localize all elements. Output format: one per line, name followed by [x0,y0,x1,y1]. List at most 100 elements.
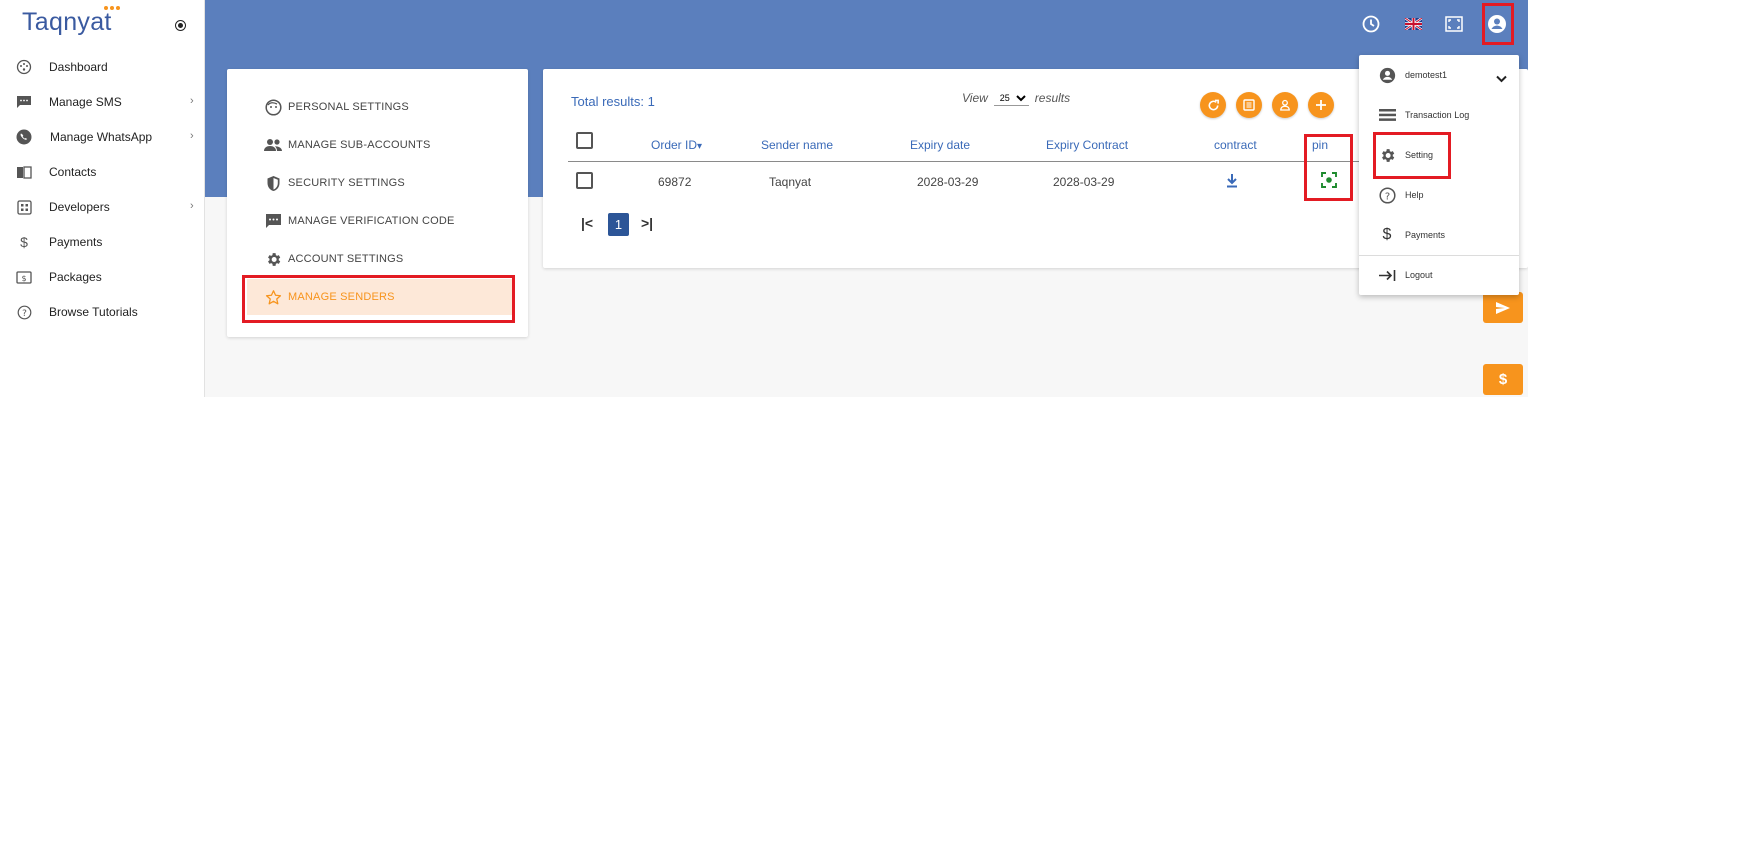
page-size-select[interactable]: 25 [993,90,1029,106]
dashboard-icon [15,58,33,76]
dropdown-item-setting[interactable]: Setting [1359,139,1519,171]
dropdown-item-label: Logout [1405,270,1433,280]
face-icon [263,98,283,116]
dropdown-username: demotest1 [1405,70,1448,80]
settings-item-account[interactable]: ACCOUNT SETTINGS [247,241,512,277]
column-header-expiry-date[interactable]: Expiry date [910,138,970,152]
sidebar-item-manage-whatsapp[interactable]: Manage WhatsApp › [0,119,205,154]
payments-floating-button[interactable]: $ [1483,364,1523,395]
person-icon [1280,99,1290,111]
dropdown-item-help[interactable]: ? Help [1359,179,1519,211]
column-header-pin[interactable]: pin [1312,138,1328,152]
settings-item-security[interactable]: SECURITY SETTINGS [247,165,512,201]
dropdown-user-header[interactable]: demotest1 [1359,59,1519,91]
svg-text:?: ? [22,309,27,319]
settings-item-label: MANAGE SUB-ACCOUNTS [288,139,431,151]
sidebar-item-dashboard[interactable]: Dashboard [0,49,205,84]
packages-icon: $ [15,268,33,286]
list-icon [1243,99,1255,111]
chevron-right-icon: › [190,200,194,212]
star-icon [263,288,283,306]
sidebar-item-label: Manage SMS [49,95,122,109]
dollar-icon: $ [1382,226,1392,243]
list-button[interactable] [1236,92,1262,118]
pagination-current-page[interactable]: 1 [608,213,629,236]
refresh-button[interactable] [1200,92,1226,118]
pagination-first-button[interactable]: |< [581,215,593,231]
sidebar-item-packages[interactable]: $ Packages [0,259,205,294]
page-size-control: View 25 results [962,90,1070,106]
settings-item-personal[interactable]: PERSONAL SETTINGS [247,89,512,125]
column-header-expiry-contract[interactable]: Expiry Contract [1046,138,1128,152]
settings-item-manage-senders[interactable]: MANAGE SENDERS [247,279,512,315]
sidebar-item-manage-sms[interactable]: Manage SMS › [0,84,205,119]
dollar-icon: $ [20,234,28,250]
pin-button[interactable] [1321,172,1337,193]
settings-item-sub-accounts[interactable]: MANAGE SUB-ACCOUNTS [247,127,512,163]
contacts-icon [15,163,33,181]
gear-icon [263,250,283,268]
user-account-icon[interactable] [1484,11,1510,37]
settings-item-label: SECURITY SETTINGS [288,177,405,189]
download-contract-button[interactable] [1225,173,1239,193]
message-dots-icon [263,212,283,230]
pagination-last-button[interactable]: >| [641,215,653,231]
help-icon: ? [1378,186,1396,204]
logo-dots [104,6,120,10]
person-button[interactable] [1272,92,1298,118]
dropdown-item-label: Transaction Log [1405,110,1470,120]
sidebar-toggle-button[interactable] [175,20,186,31]
sidebar-item-label: Contacts [49,165,97,179]
logo: Taqnyat [22,8,112,36]
settings-item-label: MANAGE VERIFICATION CODE [288,215,455,227]
sidebar: Taqnyat Dashboard Manage SMS › Manage Wh… [0,0,205,397]
chevron-right-icon: › [190,95,194,107]
settings-menu-card: PERSONAL SETTINGS MANAGE SUB-ACCOUNTS SE… [227,69,528,337]
logout-icon [1378,267,1396,283]
chevron-right-icon: › [190,130,194,142]
dropdown-item-label: Setting [1405,150,1434,160]
settings-item-label: MANAGE SENDERS [288,291,395,303]
sidebar-item-browse-tutorials[interactable]: ? Browse Tutorials [0,294,205,329]
help-icon: ? [15,303,33,321]
sidebar-item-label: Manage WhatsApp [50,130,153,144]
settings-item-label: ACCOUNT SETTINGS [288,253,404,265]
dollar-icon: $ [1498,371,1508,388]
whatsapp-icon [15,128,33,146]
row-checkbox[interactable] [576,172,593,189]
clock-icon[interactable] [1358,11,1384,37]
sidebar-item-contacts[interactable]: Contacts [0,154,205,189]
select-all-checkbox[interactable] [576,132,593,149]
column-header-sender-name[interactable]: Sender name [761,138,833,152]
dropdown-item-logout[interactable]: Logout [1359,259,1519,291]
dropdown-item-label: Help [1405,190,1424,200]
user-dropdown-menu: demotest1 Transaction Log Setting ? Help… [1359,55,1519,295]
sidebar-item-label: Payments [49,235,103,249]
svg-text:$: $ [21,274,26,283]
app-window: Taqnyat Dashboard Manage SMS › Manage Wh… [0,0,1528,397]
send-floating-button[interactable] [1483,292,1523,323]
settings-item-label: PERSONAL SETTINGS [288,101,409,113]
column-header-contract[interactable]: contract [1214,138,1257,152]
column-header-order-id[interactable]: Order ID▾ [651,138,702,152]
cell-sender-name: Taqnyat [769,175,812,189]
gear-icon [1378,147,1396,163]
dropdown-item-payments[interactable]: $ Payments [1359,219,1519,251]
cell-expiry-date: 2028-03-29 [917,175,979,189]
total-results: Total results: 1 [571,94,655,109]
sidebar-item-label: Packages [49,270,102,284]
list-icon [1378,107,1396,123]
dropdown-item-transaction-log[interactable]: Transaction Log [1359,99,1519,131]
sidebar-item-developers[interactable]: Developers › [0,189,205,224]
add-button[interactable] [1308,92,1334,118]
settings-item-verification-code[interactable]: MANAGE VERIFICATION CODE [247,203,512,239]
sidebar-item-label: Dashboard [49,60,108,74]
sidebar-item-label: Browse Tutorials [49,305,138,319]
view-prefix: View [962,91,988,105]
fullscreen-icon[interactable] [1441,11,1467,37]
refresh-icon [1208,99,1219,110]
sidebar-item-payments[interactable]: $ Payments [0,224,205,259]
uk-flag-icon[interactable] [1400,11,1426,37]
dropdown-divider [1359,255,1519,256]
sms-icon [15,93,33,111]
